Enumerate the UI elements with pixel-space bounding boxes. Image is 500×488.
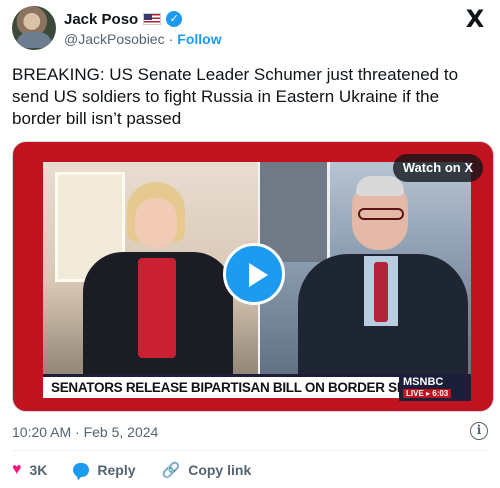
play-icon[interactable] xyxy=(223,243,285,305)
like-count: 3K xyxy=(29,462,48,478)
author-handle-row: @JackPosobiec · Follow xyxy=(64,31,222,47)
action-bar: ♥ 3K Reply 🔗 Copy link xyxy=(12,460,277,480)
author-handle[interactable]: @JackPosobiec xyxy=(64,31,165,47)
anchor-top xyxy=(138,258,176,358)
live-indicator: LIVE ▸ 6:03 xyxy=(403,389,452,398)
network-name: MSNBC xyxy=(403,376,444,388)
guest-glasses xyxy=(358,208,404,220)
tweet-header: Jack Poso ✓ @JackPosobiec · Follow X xyxy=(0,0,500,56)
copy-link-label: Copy link xyxy=(188,462,252,478)
anchor-face xyxy=(135,198,177,248)
heart-icon: ♥ xyxy=(12,461,22,478)
tweet-timestamp[interactable]: 10:20 AM · Feb 5, 2024 xyxy=(12,424,158,440)
news-chyron: SENATORS RELEASE BIPARTISAN BILL ON BORD… xyxy=(43,374,471,401)
author-name-row: Jack Poso ✓ xyxy=(64,10,183,28)
author-name[interactable]: Jack Poso xyxy=(64,11,138,28)
verified-badge-icon: ✓ xyxy=(166,11,183,27)
reply-label: Reply xyxy=(97,462,136,478)
tweet-text: BREAKING: US Senate Leader Schumer just … xyxy=(12,65,459,128)
reply-button[interactable]: Reply xyxy=(73,462,136,478)
guest-tie xyxy=(374,262,388,322)
link-icon: 🔗 xyxy=(161,461,181,479)
follow-button[interactable]: Follow xyxy=(177,31,221,47)
divider-line xyxy=(12,450,488,451)
x-logo-icon[interactable]: X xyxy=(464,7,486,31)
watch-on-x-button[interactable]: Watch on X xyxy=(392,154,483,182)
author-avatar[interactable] xyxy=(12,6,56,50)
guest-hair xyxy=(356,176,404,196)
info-icon[interactable]: i xyxy=(470,422,488,440)
video-right-pane xyxy=(260,162,471,382)
network-bug: MSNBC LIVE ▸ 6:03 xyxy=(399,374,471,401)
copy-link-button[interactable]: 🔗 Copy link xyxy=(162,461,252,479)
handle-separator: · xyxy=(168,31,174,47)
us-flag-icon xyxy=(143,13,162,25)
like-button[interactable]: ♥ 3K xyxy=(12,461,47,479)
reply-bubble-icon xyxy=(73,463,90,477)
video-player[interactable]: Watch on X SENATORS RELEASE BIPARTISAN B… xyxy=(12,141,494,412)
chyron-text: SENATORS RELEASE BIPARTISAN BILL ON BORD… xyxy=(51,380,454,395)
